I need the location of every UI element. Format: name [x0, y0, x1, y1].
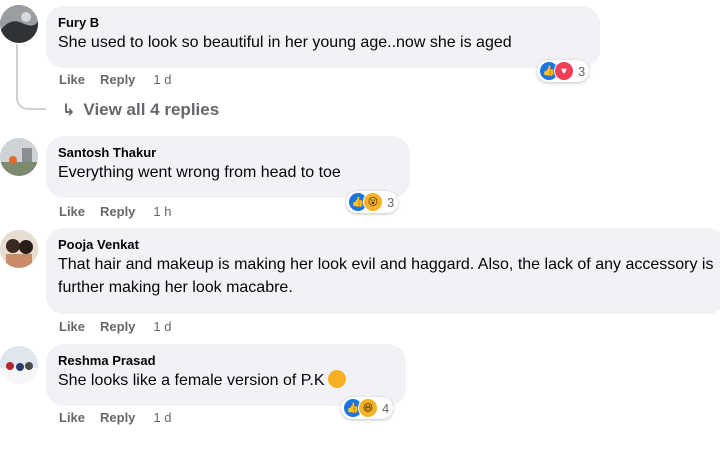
- comment-author[interactable]: Reshma Prasad: [58, 352, 394, 369]
- comment-timestamp[interactable]: 1 d: [153, 410, 171, 425]
- reaction-count: 4: [382, 400, 390, 416]
- view-replies-link[interactable]: ↳ View all 4 replies: [62, 100, 219, 120]
- love-icon: ♥: [554, 61, 574, 81]
- avatar-photo: [0, 230, 38, 268]
- reply-button[interactable]: Reply: [100, 72, 135, 87]
- comment-timestamp[interactable]: 1 d: [153, 319, 171, 334]
- comment-bubble: Pooja Venkat That hair and makeup is mak…: [46, 228, 720, 314]
- comment-item: Pooja Venkat That hair and makeup is mak…: [0, 228, 720, 358]
- reaction-summary[interactable]: 👍 😆 4: [341, 397, 394, 419]
- thread-connector: [16, 44, 46, 110]
- avatar[interactable]: [0, 230, 38, 268]
- avatar-photo: [0, 138, 38, 176]
- reaction-summary[interactable]: 👍 😮 3: [346, 191, 399, 213]
- avatar-photo: [0, 5, 38, 43]
- comment-text: That hair and makeup is making her look …: [58, 256, 714, 296]
- like-button[interactable]: Like: [59, 410, 85, 425]
- comment-timestamp[interactable]: 1 d: [153, 72, 171, 87]
- like-button[interactable]: Like: [59, 72, 85, 87]
- avatar[interactable]: [0, 138, 38, 176]
- reaction-count: 3: [578, 63, 586, 79]
- avatar[interactable]: [0, 346, 38, 384]
- comment-actions: Like Reply 1 h: [59, 204, 187, 219]
- comment-text-content: She looks like a female version of P.K: [58, 372, 325, 389]
- wow-icon: 😮: [363, 192, 383, 212]
- comment-author[interactable]: Santosh Thakur: [58, 144, 398, 161]
- reaction-count: 3: [387, 194, 395, 210]
- comment-actions: Like Reply 1 d: [59, 319, 187, 334]
- reaction-summary[interactable]: 👍 ♥ 3: [537, 60, 590, 82]
- comment-timestamp[interactable]: 1 h: [153, 204, 171, 219]
- comment-actions: Like Reply 1 d: [59, 72, 187, 87]
- comment-author[interactable]: Fury B: [58, 14, 588, 31]
- laughing-emoji-icon: [327, 370, 346, 388]
- view-replies-label: View all 4 replies: [83, 100, 220, 119]
- reply-button[interactable]: Reply: [100, 204, 135, 219]
- comment-text: Everything went wrong from head to toe: [58, 164, 341, 181]
- reply-button[interactable]: Reply: [100, 410, 135, 425]
- haha-icon: 😆: [358, 398, 378, 418]
- comment-bubble: Fury B She used to look so beautiful in …: [46, 6, 600, 68]
- comment-item: Fury B She used to look so beautiful in …: [0, 0, 720, 130]
- like-button[interactable]: Like: [59, 204, 85, 219]
- reply-button[interactable]: Reply: [100, 319, 135, 334]
- comment-item: Reshma Prasad She looks like a female ve…: [0, 344, 720, 474]
- comment-text: She used to look so beautiful in her you…: [58, 34, 512, 51]
- comment-text: She looks like a female version of P.K: [58, 369, 394, 392]
- comment-actions: Like Reply 1 d: [59, 410, 187, 425]
- avatar[interactable]: [0, 5, 38, 43]
- avatar-photo: [0, 346, 38, 384]
- comment-bubble: Santosh Thakur Everything went wrong fro…: [46, 136, 410, 198]
- like-button[interactable]: Like: [59, 319, 85, 334]
- reply-arrow-icon: ↳: [62, 102, 76, 119]
- comment-author[interactable]: Pooja Venkat: [58, 236, 714, 253]
